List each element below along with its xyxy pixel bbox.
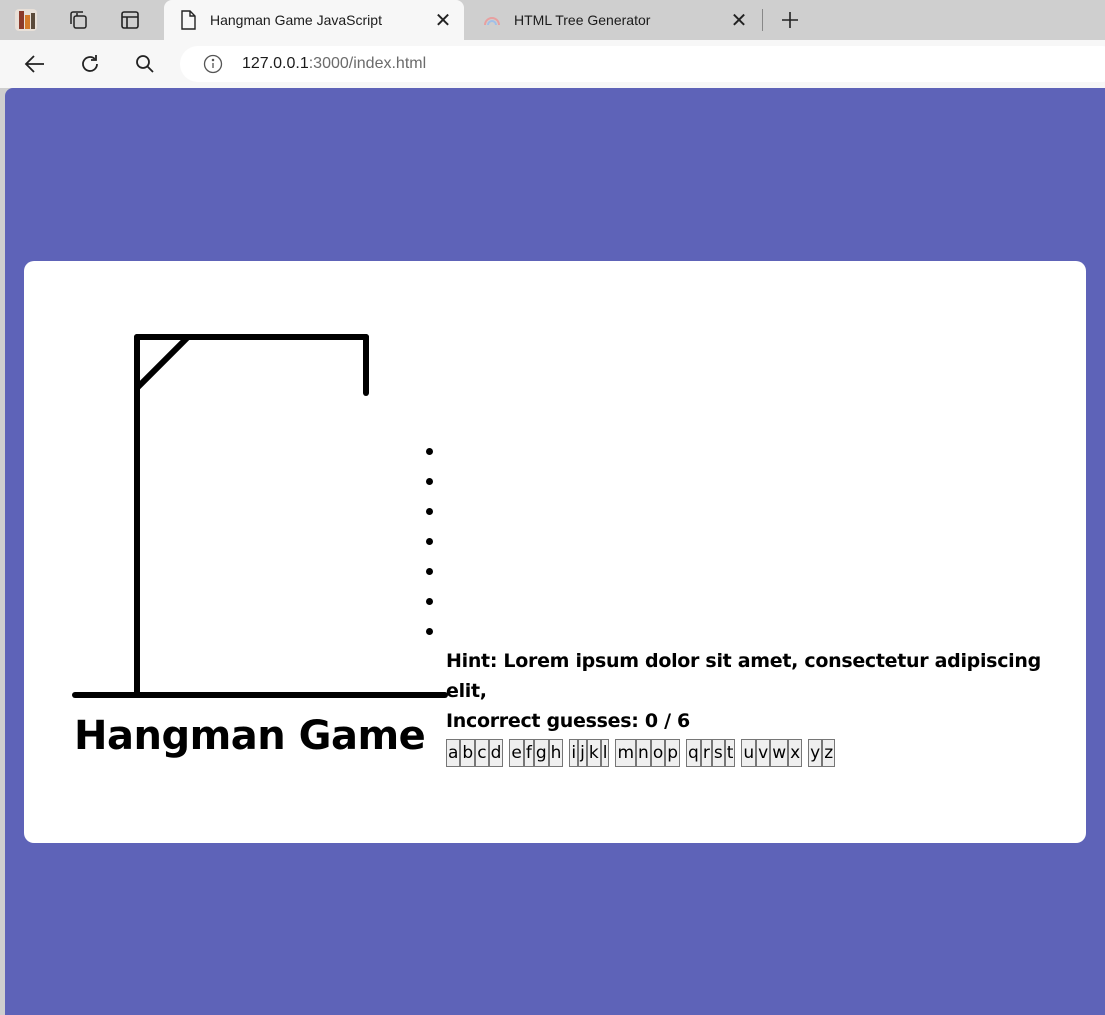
letter-button-x[interactable]: x — [788, 739, 803, 767]
letter-button-z[interactable]: z — [822, 739, 836, 767]
tab-separator — [762, 9, 763, 31]
new-tab-icon[interactable] — [776, 6, 804, 34]
letter-button-u[interactable]: u — [741, 739, 757, 767]
profile-avatar-icon[interactable] — [13, 7, 39, 33]
tab-title: Hangman Game JavaScript — [210, 12, 382, 28]
letter-button-t[interactable]: t — [724, 739, 736, 767]
letter-button-l[interactable]: l — [600, 739, 610, 767]
letter-button-c[interactable]: c — [475, 739, 489, 767]
url-path: :3000/index.html — [308, 55, 427, 72]
letter-button-q[interactable]: q — [686, 739, 701, 767]
letter-button-f[interactable]: f — [523, 739, 534, 767]
game-title: Hangman Game — [74, 713, 426, 759]
word-display — [424, 441, 436, 651]
letter-slot — [424, 621, 436, 651]
rainbow-icon — [482, 10, 502, 30]
letter-button-m[interactable]: m — [615, 739, 637, 767]
letter-button-y[interactable]: y — [808, 739, 823, 767]
address-bar[interactable]: 127.0.0.1:3000/index.html — [180, 46, 1105, 82]
letter-button-d[interactable]: d — [488, 739, 504, 767]
letter-button-v[interactable]: v — [756, 739, 771, 767]
letter-slot — [424, 561, 436, 591]
hangman-gallows — [72, 334, 448, 698]
letter-button-g[interactable]: g — [533, 739, 549, 767]
workspaces-icon[interactable] — [65, 7, 91, 33]
letter-button-p[interactable]: p — [665, 739, 681, 767]
letter-slot — [424, 501, 436, 531]
page-viewport: Hangman Game Hint: Lorem ipsum dolor sit… — [5, 88, 1105, 1015]
letter-button-r[interactable]: r — [700, 739, 712, 767]
hint-text: Hint: Lorem ipsum dolor sit amet, consec… — [446, 650, 1041, 702]
incorrect-guesses: Incorrect guesses: 0 / 6 — [446, 710, 690, 732]
letter-button-e[interactable]: e — [509, 739, 524, 767]
game-container: Hangman Game Hint: Lorem ipsum dolor sit… — [24, 261, 1086, 843]
letter-button-h[interactable]: h — [548, 739, 564, 767]
letter-button-s[interactable]: s — [711, 739, 725, 767]
back-icon[interactable] — [20, 50, 50, 78]
letter-button-a[interactable]: a — [446, 739, 461, 767]
letter-button-w[interactable]: w — [770, 739, 789, 767]
letter-button-o[interactable]: o — [650, 739, 666, 767]
tab-actions-icon[interactable] — [117, 7, 143, 33]
tab-hangman[interactable]: Hangman Game JavaScript ✕ — [164, 0, 464, 40]
letter-button-k[interactable]: k — [586, 739, 601, 767]
refresh-icon[interactable] — [75, 50, 105, 78]
letter-keyboard: abcdefghijklmnopqrstuvwxyz — [446, 739, 836, 767]
letter-button-n[interactable]: n — [636, 739, 651, 767]
page-icon — [178, 10, 198, 30]
tab-strip: Hangman Game JavaScript ✕ HTML Tree Gene… — [0, 0, 1105, 40]
close-tab-icon[interactable]: ✕ — [724, 5, 754, 35]
browser-toolbar: 127.0.0.1:3000/index.html — [0, 40, 1105, 88]
close-tab-icon[interactable]: ✕ — [428, 5, 458, 35]
tab-title: HTML Tree Generator — [514, 12, 651, 28]
letter-slot — [424, 531, 436, 561]
url-host: 127.0.0.1 — [242, 55, 309, 72]
letter-slot — [424, 441, 436, 471]
tab-html-tree[interactable]: HTML Tree Generator ✕ — [468, 0, 760, 40]
site-info-icon[interactable] — [202, 53, 224, 75]
letter-slot — [424, 591, 436, 621]
letter-slot — [424, 471, 436, 501]
search-icon[interactable] — [130, 50, 160, 78]
letter-button-i[interactable]: i — [569, 739, 579, 767]
letter-button-b[interactable]: b — [460, 739, 476, 767]
letter-button-j[interactable]: j — [578, 739, 587, 767]
